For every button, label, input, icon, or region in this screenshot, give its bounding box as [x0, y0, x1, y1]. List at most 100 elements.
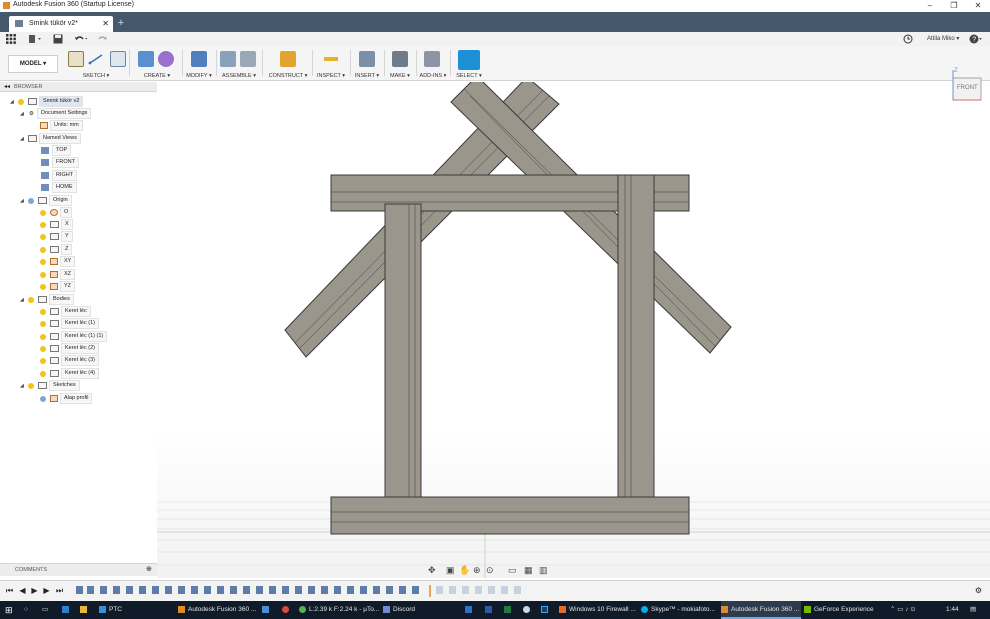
create-sketch-icon[interactable] [68, 51, 84, 67]
tree-origin-item[interactable]: X [38, 219, 73, 231]
make-menu[interactable]: MAKE ▾ [386, 73, 414, 79]
origin-item-label[interactable]: X [61, 219, 73, 231]
taskbar-item[interactable]: Discord [383, 601, 461, 619]
origin-item-label[interactable]: XZ [60, 269, 76, 281]
model-canvas[interactable] [157, 75, 990, 578]
add-ins-group[interactable]: ADD-INS ▾ [418, 49, 448, 79]
tree-named-views[interactable]: ◢ Named Views [20, 133, 81, 145]
visibility-bulb-icon[interactable] [40, 320, 46, 327]
info-app-icon[interactable] [523, 601, 533, 619]
view-label[interactable]: HOME [52, 182, 77, 194]
edge-icon[interactable] [62, 601, 72, 619]
tree-document-settings[interactable]: ◢ ⚙ Document Settings [20, 108, 92, 120]
notifications-icon[interactable]: ▤ [970, 601, 982, 619]
timeline-end-button[interactable]: ⏭ [55, 586, 64, 596]
search-icon[interactable]: ○ [24, 601, 34, 619]
visibility-bulb-icon[interactable] [18, 98, 24, 105]
visibility-bulb-icon[interactable] [40, 333, 46, 340]
tree-origin-item[interactable]: XZ [38, 269, 76, 281]
visibility-bulb-icon[interactable] [40, 283, 46, 290]
tree-body-item[interactable]: Keret léc (1) [38, 318, 99, 330]
view-label[interactable]: RIGHT [52, 170, 78, 182]
create-group[interactable]: CREATE ▾ [134, 49, 180, 79]
add-comment-icon[interactable]: ⊕ [146, 565, 152, 573]
tree-origin-item[interactable]: Y [38, 231, 73, 243]
sketch-label[interactable]: Alap profil [60, 393, 93, 405]
job-status-icon[interactable] [902, 34, 914, 44]
insert-image-icon[interactable] [359, 51, 375, 67]
rectangle-tool-icon[interactable] [110, 51, 126, 67]
timeline-forward-button[interactable]: ▶ [42, 586, 51, 596]
visibility-bulb-icon[interactable] [40, 246, 46, 253]
expand-triangle-icon[interactable]: ◢ [20, 133, 26, 145]
3d-viewport[interactable]: FRONT Z [157, 68, 990, 578]
taskbar-item[interactable]: GeForce Experience [804, 601, 886, 619]
maximize-button[interactable]: ❐ [942, 0, 966, 12]
joint-icon[interactable] [240, 51, 256, 67]
origin-label[interactable]: Origin [49, 195, 72, 207]
viewcube-front-label[interactable]: FRONT [957, 85, 978, 91]
visibility-bulb-icon[interactable] [40, 345, 46, 352]
word-icon[interactable] [485, 601, 495, 619]
visibility-bulb-icon[interactable] [40, 271, 46, 278]
expand-triangle-icon[interactable]: ◢ [10, 96, 16, 108]
body-label[interactable]: Keret léc (4) [61, 368, 99, 380]
start-button[interactable]: ⊞ [5, 601, 17, 619]
tree-origin[interactable]: ◢ Origin [20, 195, 72, 207]
tree-sketches[interactable]: ◢ Sketches [20, 380, 80, 392]
view-label[interactable]: FRONT [52, 157, 79, 169]
taskbar-item[interactable]: Windows 10 Firewall ... [559, 601, 639, 619]
visibility-bulb-icon[interactable] [28, 296, 34, 303]
timeline-back-button[interactable]: ◀ [18, 586, 27, 596]
sketches-label[interactable]: Sketches [49, 380, 80, 392]
explorer-icon[interactable] [80, 601, 90, 619]
form-icon[interactable] [158, 51, 174, 67]
timeline-features[interactable] [74, 585, 534, 597]
visibility-bulb-icon[interactable] [40, 395, 46, 402]
tree-body-item[interactable]: Keret léc (4) [38, 368, 99, 380]
close-tab-icon[interactable]: ✕ [102, 19, 109, 28]
make-group[interactable]: MAKE ▾ [386, 49, 414, 79]
tree-view-item[interactable]: TOP [38, 145, 72, 157]
task-view-icon[interactable]: ▭ [42, 601, 52, 619]
tree-bodies[interactable]: ◢ Bodies [20, 294, 74, 306]
select-menu[interactable]: SELECT ▾ [454, 73, 484, 79]
taskbar-item[interactable]: PTC [99, 601, 169, 619]
body-label[interactable]: Keret léc [61, 306, 91, 318]
viewcube[interactable]: FRONT Z [947, 68, 987, 110]
tree-body-item[interactable]: Keret léc (3) [38, 355, 99, 367]
create-menu[interactable]: CREATE ▾ [134, 73, 180, 79]
offset-plane-icon[interactable] [280, 51, 296, 67]
new-component-icon[interactable] [220, 51, 236, 67]
tree-origin-item[interactable]: YZ [38, 281, 76, 293]
press-pull-icon[interactable] [191, 51, 207, 67]
root-component-label[interactable]: Smink tükör v2 [39, 96, 84, 108]
sketch-menu[interactable]: SKETCH ▾ [64, 73, 128, 79]
document-tab[interactable]: Smink tükör v2* ✕ [9, 16, 113, 32]
chrome-icon[interactable] [282, 601, 292, 619]
bodies-label[interactable]: Bodies [49, 294, 74, 306]
visibility-bulb-icon[interactable] [40, 233, 46, 240]
expand-triangle-icon[interactable]: ◢ [20, 294, 26, 306]
tree-body-item[interactable]: Keret léc [38, 306, 91, 318]
browser-header[interactable]: ◂◂ BROWSER [0, 82, 157, 92]
body-label[interactable]: Keret léc (1) [61, 318, 99, 330]
clock[interactable]: 1:44 [946, 601, 966, 619]
assemble-menu[interactable]: ASSEMBLE ▾ [218, 73, 260, 79]
excel-icon[interactable] [504, 601, 514, 619]
origin-item-label[interactable]: YZ [60, 281, 76, 293]
taskbar-item-active[interactable]: Autodesk Fusion 360 ... [721, 601, 801, 619]
timeline-settings-icon[interactable]: ⚙ [974, 586, 983, 596]
construct-group[interactable]: CONSTRUCT ▾ [266, 49, 310, 79]
visibility-bulb-icon[interactable] [40, 357, 46, 364]
named-views-label[interactable]: Named Views [39, 133, 81, 145]
timeline-start-button[interactable]: ⏮ [5, 586, 14, 596]
modify-menu[interactable]: MODIFY ▾ [184, 73, 214, 79]
redo-icon[interactable] [95, 34, 111, 44]
tree-body-item[interactable]: Keret léc (2) [38, 343, 99, 355]
undo-icon[interactable] [73, 34, 89, 44]
expand-triangle-icon[interactable]: ◢ [20, 108, 26, 120]
construct-menu[interactable]: CONSTRUCT ▾ [266, 73, 310, 79]
tree-view-item[interactable]: FRONT [38, 157, 79, 169]
collapse-browser-icon[interactable]: ◂◂ [4, 83, 10, 90]
